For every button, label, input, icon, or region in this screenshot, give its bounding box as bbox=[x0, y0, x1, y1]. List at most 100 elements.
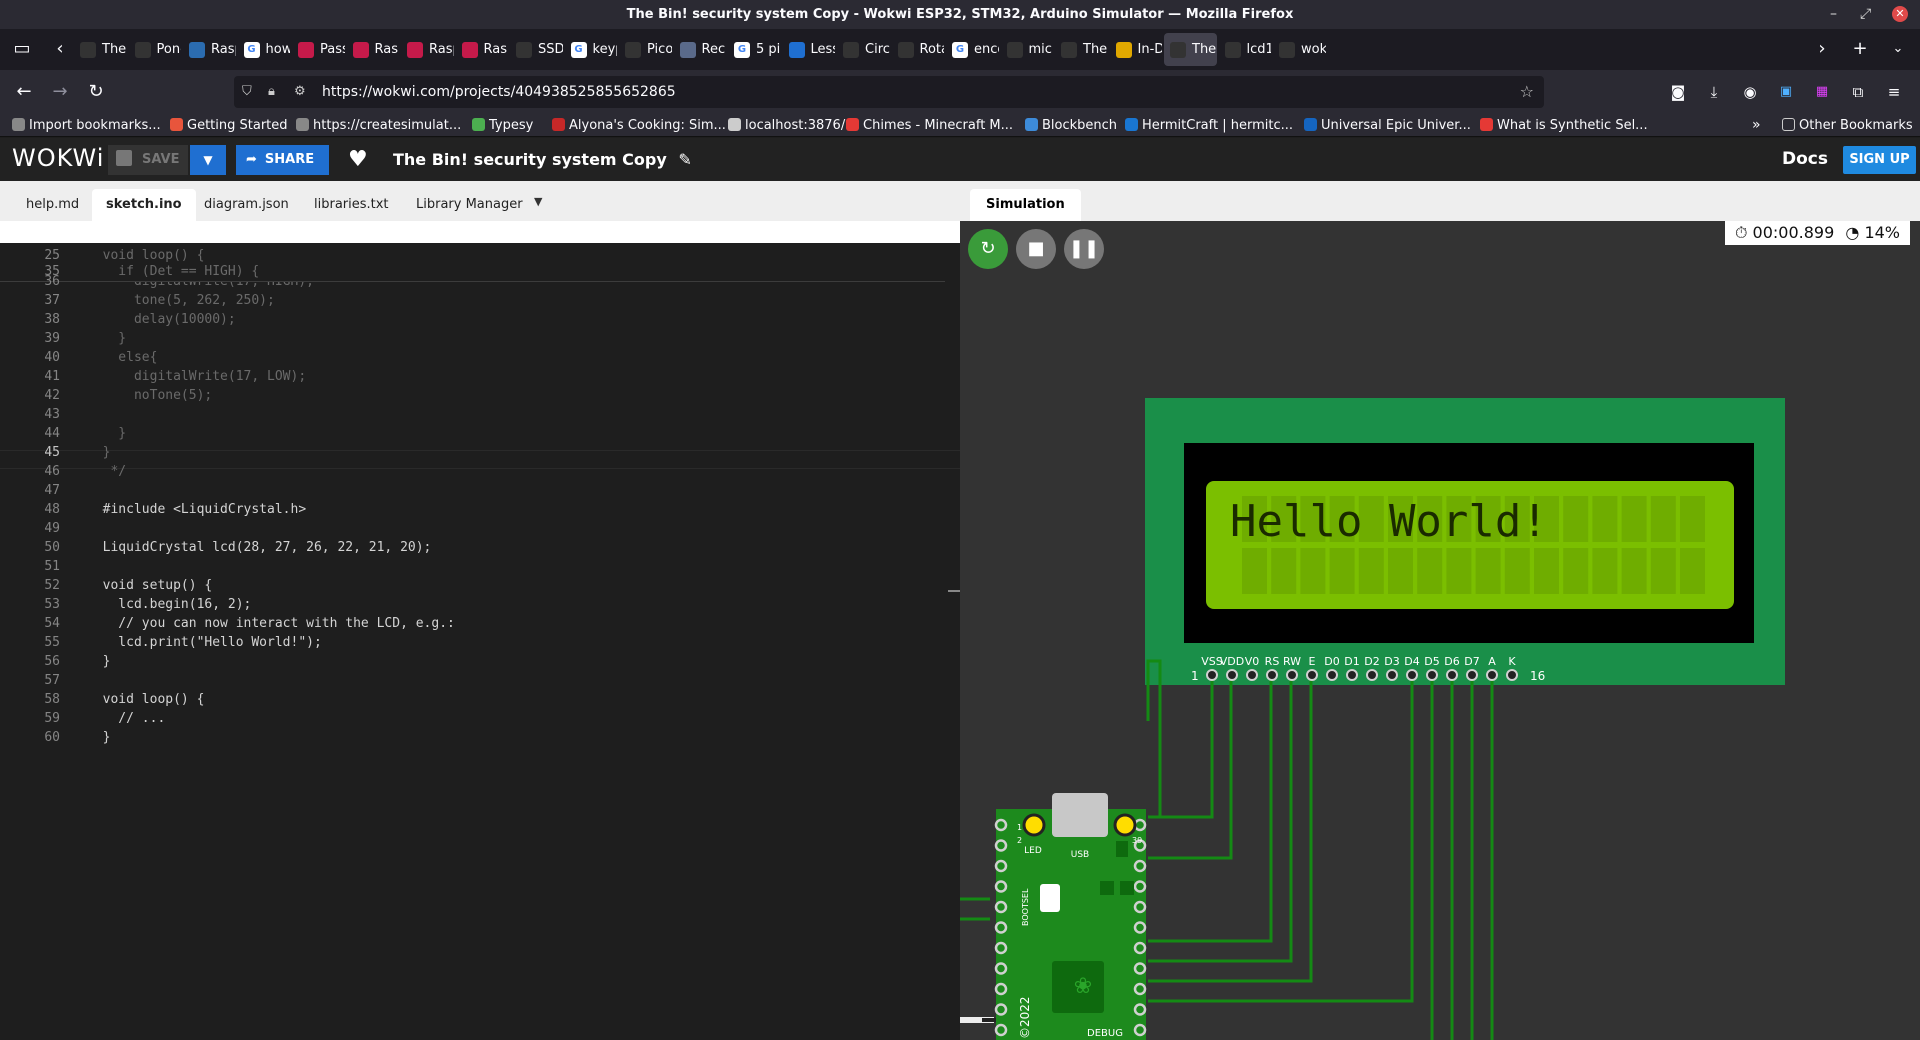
list-tabs-icon[interactable]: ⌄ bbox=[1884, 35, 1912, 63]
tabs-scroll-right-icon[interactable]: › bbox=[1808, 35, 1836, 63]
pocket-icon[interactable]: ◙ bbox=[1664, 78, 1692, 106]
wire-vdd[interactable] bbox=[1148, 677, 1214, 819]
code-line[interactable]: } bbox=[87, 443, 111, 462]
extension-color-icon[interactable]: ▦ bbox=[1808, 78, 1836, 106]
pico-pin-left[interactable] bbox=[994, 982, 1008, 996]
restore-icon[interactable]: ⤢ bbox=[1860, 0, 1871, 29]
lcd-pin-d7[interactable] bbox=[1466, 669, 1478, 681]
code-line[interactable]: lcd.begin(16, 2); bbox=[87, 595, 251, 614]
bookmark-item[interactable]: Chimes - Minecraft M... bbox=[846, 114, 1013, 137]
bookmark-star-icon[interactable]: ☆ bbox=[1520, 76, 1534, 108]
code-line[interactable]: } bbox=[87, 728, 111, 747]
new-tab-icon[interactable]: + bbox=[1846, 35, 1874, 63]
tab-libraries-txt[interactable]: libraries.txt bbox=[300, 189, 403, 221]
downloads-icon[interactable]: ⤓ bbox=[1700, 78, 1728, 106]
project-title[interactable]: The Bin! security system Copy ✎ bbox=[393, 138, 692, 181]
permissions-icon[interactable]: ⚙ bbox=[294, 76, 306, 108]
more-bookmarks-icon[interactable]: » bbox=[1752, 114, 1761, 137]
code-line[interactable]: delay(10000); bbox=[87, 310, 236, 329]
save-button[interactable]: SAVE bbox=[108, 145, 188, 175]
code-line[interactable]: */ bbox=[87, 462, 126, 481]
browser-tab[interactable]: Rotar bbox=[892, 33, 944, 66]
code-editor[interactable]: 25 void loop() {35 if (Det == HIGH) {36 … bbox=[0, 243, 960, 1040]
pico-pin-left[interactable] bbox=[994, 839, 1008, 852]
heart-icon[interactable]: ♥ bbox=[348, 145, 368, 175]
minimize-icon[interactable]: – bbox=[1830, 0, 1837, 29]
browser-tab[interactable]: Pico I bbox=[619, 33, 672, 66]
lcd-pin-d2[interactable] bbox=[1366, 669, 1378, 681]
browser-tab[interactable]: lcd16 bbox=[1219, 33, 1271, 66]
pico-pin-left[interactable] bbox=[994, 900, 1008, 914]
close-window-icon[interactable]: ✕ bbox=[1892, 6, 1908, 22]
save-options-dropdown[interactable]: ▼ bbox=[190, 145, 226, 175]
lcd-pin-v0[interactable] bbox=[1246, 669, 1258, 681]
bookmark-item[interactable]: localhost:3876/ bbox=[728, 114, 845, 137]
docs-link[interactable]: Docs bbox=[1782, 138, 1828, 181]
tab-simulation[interactable]: Simulation bbox=[970, 189, 1081, 221]
pico-pin-left[interactable] bbox=[994, 941, 1008, 955]
lcd-pin-d0[interactable] bbox=[1326, 669, 1338, 681]
lcd-pin-d4[interactable] bbox=[1406, 669, 1418, 681]
lcd-pin-e[interactable] bbox=[1306, 669, 1318, 681]
more-tabs-dropdown-icon[interactable]: ▼ bbox=[534, 195, 542, 208]
pico-pin-left[interactable] bbox=[994, 921, 1008, 934]
code-line[interactable]: void setup() { bbox=[87, 576, 213, 595]
code-line[interactable]: digitalWrite(17, LOW); bbox=[87, 367, 306, 386]
pico-pin-left[interactable] bbox=[994, 962, 1008, 975]
browser-tab[interactable]: Raspl bbox=[401, 33, 454, 66]
pico-pin-left[interactable] bbox=[994, 1023, 1008, 1037]
tabs-scroll-left-icon[interactable]: ‹ bbox=[46, 35, 74, 63]
browser-tab[interactable]: Recip bbox=[674, 33, 726, 66]
browser-tab[interactable]: The bbox=[1164, 33, 1217, 66]
share-button[interactable]: ➦ SHARE bbox=[236, 145, 329, 175]
pico-pin-right[interactable] bbox=[1133, 880, 1147, 893]
pico-pin-right[interactable] bbox=[1133, 982, 1147, 996]
browser-tab[interactable]: The B bbox=[74, 33, 127, 66]
code-line[interactable]: // ... bbox=[87, 709, 165, 728]
pico-pin-right[interactable] bbox=[1133, 921, 1147, 934]
bookmark-item[interactable]: What is Synthetic Sel... bbox=[1480, 114, 1648, 137]
tab-overview-icon[interactable]: ▭ bbox=[8, 35, 36, 63]
code-line[interactable]: tone(5, 262, 250); bbox=[87, 291, 275, 310]
code-line[interactable]: } bbox=[87, 424, 126, 443]
pico-pin-right[interactable] bbox=[1133, 859, 1147, 873]
browser-tab[interactable]: Lesso bbox=[783, 33, 835, 66]
lcd-pin-vss[interactable] bbox=[1206, 669, 1218, 681]
bookmark-item[interactable]: Universal Epic Univer... bbox=[1304, 114, 1471, 137]
pico-pin-right[interactable] bbox=[1133, 1003, 1147, 1016]
back-icon[interactable]: ← bbox=[10, 78, 38, 106]
browser-tab[interactable]: Raspl bbox=[183, 33, 236, 66]
lcd-pin-d6[interactable] bbox=[1446, 669, 1458, 681]
bookmark-item[interactable]: Alyona's Cooking: Sim... bbox=[552, 114, 726, 137]
account-icon[interactable]: ◉ bbox=[1736, 78, 1764, 106]
extension-icon[interactable]: ▣ bbox=[1772, 78, 1800, 106]
pico-pin-left[interactable] bbox=[994, 818, 1008, 832]
bookmark-item[interactable]: https://createsimulat... bbox=[296, 114, 461, 137]
wire-d4[interactable] bbox=[1148, 677, 1414, 1003]
bookmark-item[interactable]: Typesy bbox=[472, 114, 533, 137]
browser-tab[interactable]: Raspl bbox=[456, 33, 508, 66]
browser-tab[interactable]: micro bbox=[1001, 33, 1053, 66]
pico-pin-left[interactable] bbox=[994, 880, 1008, 893]
wire-rs[interactable] bbox=[1148, 677, 1273, 943]
tab-sketch-ino[interactable]: sketch.ino bbox=[92, 189, 196, 221]
bookmark-item[interactable]: Getting Started bbox=[170, 114, 288, 137]
code-line[interactable]: noTone(5); bbox=[87, 386, 212, 405]
code-line[interactable]: } bbox=[87, 652, 111, 671]
code-line[interactable]: LiquidCrystal lcd(28, 27, 26, 22, 21, 20… bbox=[87, 538, 432, 557]
pico-pin-left[interactable] bbox=[994, 1003, 1008, 1016]
wokwi-logo[interactable]: WOKWi bbox=[12, 144, 104, 172]
browser-tab[interactable]: Gkeyp bbox=[565, 33, 617, 66]
lcd-pin-d3[interactable] bbox=[1386, 669, 1398, 681]
code-line[interactable]: } bbox=[87, 329, 126, 348]
other-bookmarks[interactable]: Other Bookmarks bbox=[1782, 114, 1913, 137]
browser-tab[interactable]: The B bbox=[1055, 33, 1108, 66]
bookmark-item[interactable]: Import bookmarks... bbox=[12, 114, 161, 137]
lcd-pin-vdd[interactable] bbox=[1226, 669, 1238, 681]
browser-tab[interactable]: wokw bbox=[1273, 33, 1326, 66]
sign-up-button[interactable]: SIGN UP bbox=[1843, 146, 1916, 174]
browser-tab[interactable]: SSD1 bbox=[510, 33, 563, 66]
shield-icon[interactable]: ⛉ bbox=[242, 76, 252, 108]
pico-pin-right[interactable] bbox=[1133, 1023, 1147, 1037]
bootsel-button[interactable] bbox=[1040, 884, 1060, 912]
